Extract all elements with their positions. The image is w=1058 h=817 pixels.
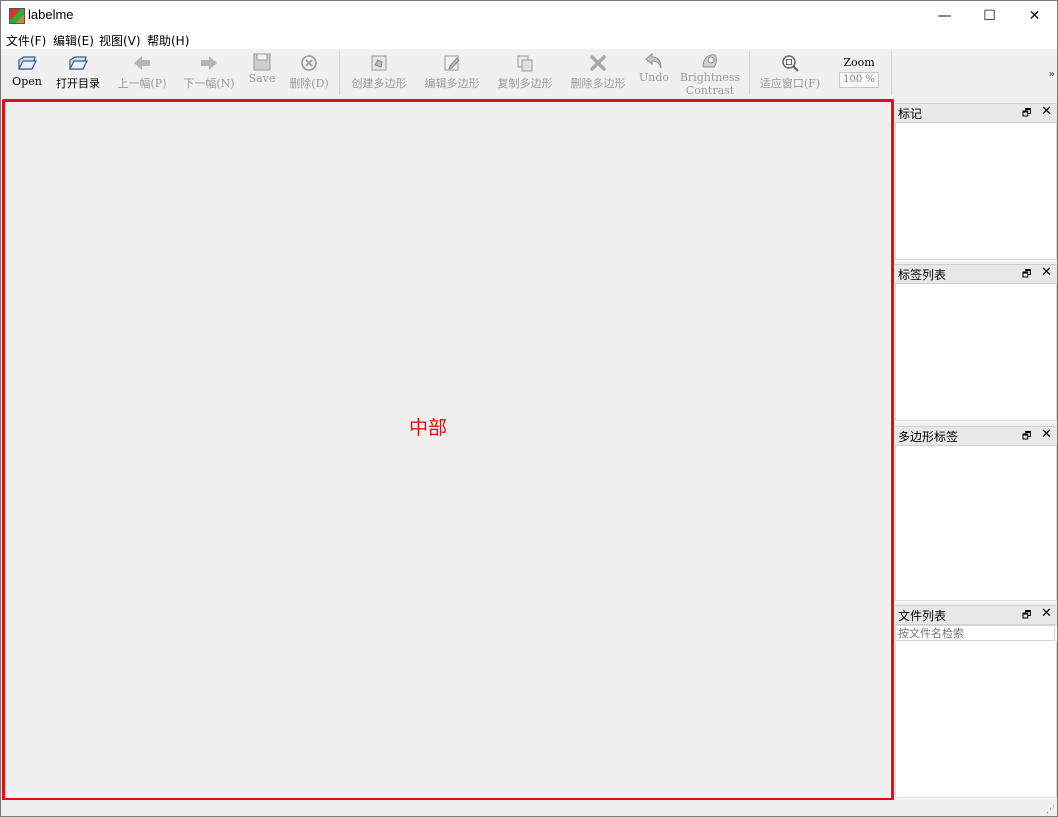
minimize-button[interactable]: — bbox=[922, 1, 967, 31]
open-label: Open bbox=[12, 75, 42, 88]
menu-edit[interactable]: 编辑(E) bbox=[53, 32, 94, 49]
delete-polygon-label: 删除多边形 bbox=[570, 77, 626, 90]
labelme-window: labelme — ☐ ✕ 文件(F) 编辑(E) 视图(V) 帮助(H) Op… bbox=[0, 0, 1058, 817]
resize-grip-icon[interactable]: ⋰ bbox=[1046, 805, 1055, 815]
close-dock-icon[interactable]: ✕ bbox=[1041, 427, 1052, 442]
undo-button[interactable]: Undo bbox=[637, 49, 671, 97]
file-list[interactable] bbox=[895, 642, 1057, 798]
open-dir-button[interactable]: 打开目录 bbox=[53, 49, 103, 97]
create-polygon-button[interactable]: 创建多边形 bbox=[347, 49, 411, 97]
open-dir-label: 打开目录 bbox=[56, 77, 100, 90]
close-window-button[interactable]: ✕ bbox=[1012, 1, 1057, 31]
file-list-dock: 文件列表 🗗 ✕ bbox=[895, 605, 1057, 799]
labelme-app-icon bbox=[9, 8, 25, 24]
copy-polygon-button[interactable]: 复制多边形 bbox=[493, 49, 557, 97]
flags-dock: 标记 🗗 ✕ bbox=[895, 103, 1057, 261]
title-bar: labelme — ☐ ✕ bbox=[1, 1, 1057, 31]
copy-polygon-label: 复制多边形 bbox=[497, 77, 553, 90]
zoom-widget: Zoom 100 % bbox=[835, 49, 883, 97]
polygon-labels-dock-title: 多边形标签 bbox=[898, 430, 959, 444]
close-dock-icon[interactable]: ✕ bbox=[1041, 104, 1052, 119]
zoom-label: Zoom bbox=[843, 56, 875, 69]
zoom-fit-magnifier-icon bbox=[782, 55, 799, 72]
label-list-dock: 标签列表 🗗 ✕ bbox=[895, 264, 1057, 422]
close-dock-icon[interactable]: ✕ bbox=[1041, 265, 1052, 280]
maximize-button[interactable]: ☐ bbox=[967, 1, 1012, 31]
save-label: Save bbox=[248, 72, 276, 85]
fit-window-label: 适应窗口(F) bbox=[759, 77, 821, 90]
toolbar-separator bbox=[749, 51, 750, 95]
image-canvas[interactable]: 中部 bbox=[2, 99, 894, 801]
prev-label: 上一幅(P) bbox=[117, 77, 167, 90]
undo-label: Undo bbox=[638, 71, 670, 84]
flags-dock-title-bar: 标记 🗗 ✕ bbox=[895, 103, 1057, 123]
open-dir-icon bbox=[69, 56, 88, 70]
float-dock-icon[interactable]: 🗗 bbox=[1022, 106, 1031, 123]
zoom-spinbox[interactable]: 100 % bbox=[839, 72, 879, 88]
menu-help[interactable]: 帮助(H) bbox=[147, 32, 189, 49]
menu-bar: 文件(F) 编辑(E) 视图(V) 帮助(H) bbox=[1, 31, 1057, 49]
undo-arrow-icon bbox=[645, 52, 662, 69]
menu-file[interactable]: 文件(F) bbox=[6, 32, 46, 49]
delete-polygon-button[interactable]: 删除多边形 bbox=[566, 49, 630, 97]
close-dock-icon[interactable]: ✕ bbox=[1041, 606, 1052, 621]
contrast-label: Contrast bbox=[685, 84, 735, 97]
create-polygon-icon bbox=[371, 55, 387, 71]
toolbar: Open 打开目录 上一幅(P) 下一幅(N) Save 删除(D) 创建多边形 bbox=[1, 49, 1057, 99]
delete-label: 删除(D) bbox=[289, 77, 329, 90]
edit-pencil-icon bbox=[444, 55, 460, 71]
save-disk-icon bbox=[253, 53, 271, 71]
save-button[interactable]: Save bbox=[246, 49, 278, 97]
brightness-contrast-icon bbox=[702, 54, 717, 68]
file-list-dock-title-bar: 文件列表 🗗 ✕ bbox=[895, 605, 1057, 625]
toolbar-separator bbox=[339, 51, 340, 95]
copy-icon bbox=[517, 55, 533, 72]
open-button[interactable]: Open bbox=[9, 49, 45, 97]
edit-polygon-button[interactable]: 编辑多边形 bbox=[420, 49, 484, 97]
file-search-input[interactable] bbox=[895, 625, 1055, 641]
create-polygon-label: 创建多边形 bbox=[351, 77, 407, 90]
open-folder-icon bbox=[18, 56, 37, 70]
brightness-label: Brightness bbox=[679, 71, 741, 84]
flags-list[interactable] bbox=[895, 123, 1057, 260]
delete-x-icon bbox=[590, 55, 606, 71]
delete-circle-x-icon bbox=[301, 55, 317, 71]
file-list-dock-title: 文件列表 bbox=[898, 609, 947, 623]
edit-polygon-label: 编辑多边形 bbox=[424, 77, 480, 90]
menu-view[interactable]: 视图(V) bbox=[99, 32, 141, 49]
next-image-button[interactable]: 下一幅(N) bbox=[182, 49, 236, 97]
polygon-labels-dock: 多边形标签 🗗 ✕ bbox=[895, 426, 1057, 602]
flags-dock-title: 标记 bbox=[898, 107, 923, 121]
label-list-dock-title-bar: 标签列表 🗗 ✕ bbox=[895, 264, 1057, 284]
float-dock-icon[interactable]: 🗗 bbox=[1022, 267, 1031, 284]
prev-image-button[interactable]: 上一幅(P) bbox=[115, 49, 169, 97]
brightness-contrast-button[interactable]: Brightness Contrast bbox=[679, 49, 741, 97]
toolbar-separator bbox=[891, 51, 892, 95]
float-dock-icon[interactable]: 🗗 bbox=[1022, 608, 1031, 625]
fit-window-button[interactable]: 适应窗口(F) bbox=[757, 49, 823, 97]
polygon-label-list[interactable] bbox=[895, 446, 1057, 601]
arrow-right-icon bbox=[201, 56, 217, 70]
window-title: labelme bbox=[28, 7, 74, 22]
label-list[interactable] bbox=[895, 284, 1057, 421]
toolbar-overflow-icon[interactable]: » bbox=[1049, 69, 1055, 80]
delete-file-button[interactable]: 删除(D) bbox=[287, 49, 331, 97]
polygon-labels-dock-title-bar: 多边形标签 🗗 ✕ bbox=[895, 426, 1057, 446]
label-list-dock-title: 标签列表 bbox=[898, 268, 947, 282]
status-bar: ⋰ bbox=[1, 800, 1057, 816]
arrow-left-icon bbox=[134, 56, 150, 70]
next-label: 下一幅(N) bbox=[183, 77, 235, 90]
float-dock-icon[interactable]: 🗗 bbox=[1022, 429, 1031, 446]
canvas-center-label: 中部 bbox=[409, 417, 448, 439]
